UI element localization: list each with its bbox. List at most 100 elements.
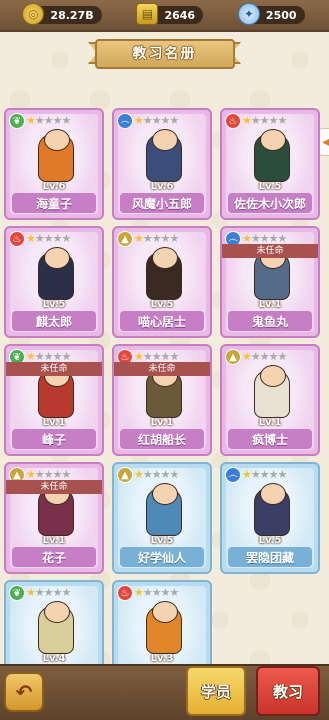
gold-bar-icon: ▤ [136,3,159,25]
star-rating: ★★★★★ [134,114,180,127]
teacher-card[interactable]: ♨ ★★★★★ 未任命 Lv.1 红胡船长 [112,344,212,456]
star-icon: ★ [142,114,153,127]
star-icon: ★ [169,232,180,245]
level-label: Lv.1 [150,417,174,428]
teacher-card[interactable]: ❦ ★★★★★ 未任命 Lv.1 峰子 [4,344,104,456]
teacher-name: 风魔小五郎 [120,193,204,213]
star-icon: ★ [259,468,270,481]
star-icon: ★ [26,586,36,599]
teacher-card[interactable]: ♨ ★★★★★ Lv.5 佐佐木小次郎 [220,108,320,220]
teacher-name: 峰子 [12,429,96,449]
star-icon: ★ [160,114,171,127]
star-icon: ★ [43,232,54,245]
star-rating: ★★★★★ [26,114,72,127]
star-icon: ★ [61,114,72,127]
mountain-element-icon: ▲ [117,231,133,247]
star-icon: ★ [26,232,36,245]
star-rating: ★★★★★ [26,586,72,599]
level-label: Lv.5 [150,535,174,546]
coin-icon: ◎ [22,3,45,25]
character-portrait [247,365,297,422]
teacher-name: 罢隐团藏 [228,547,312,567]
star-icon: ★ [277,350,288,363]
teacher-name: 疯博士 [228,429,312,449]
star-icon: ★ [52,232,63,245]
star-icon: ★ [268,350,279,363]
star-icon: ★ [61,232,72,245]
teacher-name: 花子 [12,547,96,567]
star-icon: ★ [268,468,279,481]
star-icon: ★ [151,232,162,245]
star-icon: ★ [151,586,162,599]
star-icon: ★ [134,114,144,127]
gem-counter[interactable]: ✦ 2500 [237,3,305,25]
character-portrait [139,483,189,540]
star-icon: ★ [160,232,171,245]
star-rating: ★★★★★ [242,350,288,363]
level-label: Lv.4 [42,653,66,664]
title-banner: 教习名册 [0,34,329,74]
star-icon: ★ [169,468,180,481]
gem-icon: ✦ [237,3,260,25]
star-icon: ★ [259,350,270,363]
mountain-element-icon: ▲ [225,349,241,365]
unassigned-banner: 未任命 [222,244,318,258]
star-icon: ★ [61,586,72,599]
teacher-card[interactable]: ▲ ★★★★★ Lv.5 好学仙人 [112,462,212,574]
teacher-name: 海童子 [12,193,96,213]
teacher-card[interactable]: ෴ ★★★★★ Lv.6 风魔小五郎 [112,108,212,220]
teacher-card[interactable]: ❦ ★★★★★ Lv.6 海童子 [4,108,104,220]
character-portrait [139,601,189,658]
star-icon: ★ [250,468,261,481]
star-icon: ★ [277,468,288,481]
leaf-element-icon: ❦ [9,113,25,129]
resource-bar: ◎ 28.27B ▤ 2646 ✦ 2500 [0,0,329,32]
back-button[interactable]: ↶ [4,672,44,712]
star-icon: ★ [43,586,54,599]
level-label: Lv.1 [258,417,282,428]
star-icon: ★ [242,350,252,363]
star-icon: ★ [43,114,54,127]
fire-element-icon: ♨ [117,585,133,601]
teacher-name: 鬼鱼丸 [228,311,312,331]
star-icon: ★ [160,468,171,481]
teacher-card[interactable]: ♨ ★★★★★ Lv.5 麒太郎 [4,226,104,338]
star-icon: ★ [134,468,144,481]
star-icon: ★ [169,114,180,127]
star-icon: ★ [160,586,171,599]
character-portrait [139,129,189,186]
star-rating: ★★★★★ [134,468,180,481]
star-icon: ★ [250,114,261,127]
students-button[interactable]: 学员 [186,666,246,716]
character-portrait [31,247,81,304]
gold-counter[interactable]: ▤ 2646 [136,3,204,25]
coin-value: 28.27B [50,8,94,22]
wind-element-icon: ෴ [225,467,241,483]
teacher-name: 红胡船长 [120,429,204,449]
mountain-element-icon: ▲ [117,467,133,483]
character-portrait [31,601,81,658]
teacher-card[interactable]: ෴ ★★★★★ Lv.5 罢隐团藏 [220,462,320,574]
star-icon: ★ [34,586,45,599]
star-rating: ★★★★★ [242,468,288,481]
teacher-card[interactable]: ▲ ★★★★★ Lv.1 疯博士 [220,344,320,456]
teacher-name: 麒太郎 [12,311,96,331]
teacher-card[interactable]: ▲ ★★★★★ Lv.5 喵心居士 [112,226,212,338]
star-icon: ★ [134,232,144,245]
level-label: Lv.6 [42,181,66,192]
level-label: Lv.5 [150,299,174,310]
star-rating: ★★★★★ [242,114,287,127]
character-portrait [247,129,297,186]
teacher-card[interactable]: ෴ ★★★★★ 未任命 Lv.1 鬼鱼丸 [220,226,320,338]
level-label: Lv.1 [42,417,66,428]
page-title: 教习名册 [94,39,235,69]
star-icon: ★ [134,586,144,599]
star-icon: ★ [242,468,252,481]
teach-button[interactable]: 教习 [256,666,320,716]
level-label: Lv.5 [258,181,282,192]
teacher-card[interactable]: ▲ ★★★★★ 未任命 Lv.1 花子 [4,462,104,574]
star-rating: ★★★★★ [134,586,179,599]
level-label: Lv.1 [42,535,66,546]
coin-counter[interactable]: ◎ 28.27B [22,3,102,25]
star-icon: ★ [142,468,153,481]
